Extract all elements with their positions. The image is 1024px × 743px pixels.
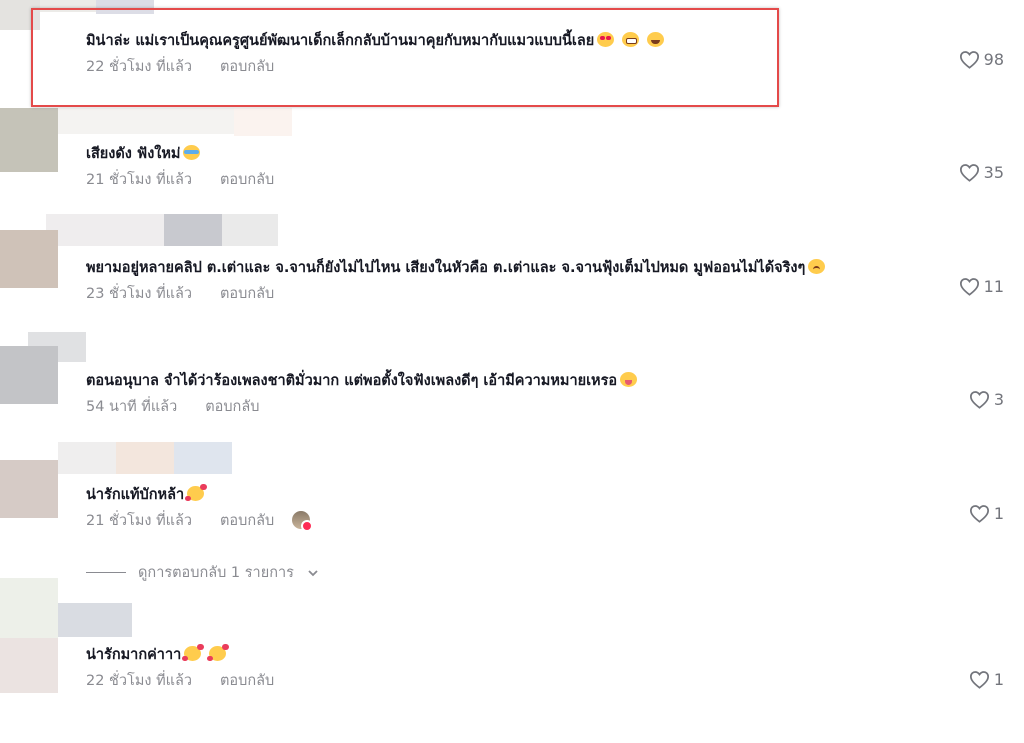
comment-time: 21 ชั่วโมง ที่แล้ว	[86, 172, 193, 188]
comment-meta: 23 ชั่วโมง ที่แล้ว ตอบกลับ	[86, 282, 274, 305]
smiling-hearts-emoji-icon	[182, 644, 205, 661]
like-count: 11	[983, 277, 1004, 296]
like-button[interactable]: 11	[959, 277, 1004, 296]
reply-button[interactable]: ตอบกลับ	[220, 286, 274, 302]
comment-time: 54 นาที ที่แล้ว	[86, 399, 178, 415]
smiling-hearts-emoji-icon	[185, 484, 208, 501]
like-button[interactable]: 35	[959, 163, 1004, 182]
comment-text: น่ารักแท้บักหล้า	[86, 483, 208, 506]
comment-item: ตอนอนุบาล จำได้ว่าร้องเพลงชาติมั่วมาก แต…	[0, 369, 1024, 469]
comment-text: มิน่าล่ะ แม่เราเป็นคุณครูศูนย์พัฒนาเด็กเ…	[86, 29, 665, 52]
comment-time: 21 ชั่วโมง ที่แล้ว	[86, 513, 193, 529]
like-count: 1	[993, 504, 1004, 523]
grinning-emoji-icon	[622, 32, 640, 47]
like-count: 35	[983, 163, 1004, 182]
like-button[interactable]: 1	[969, 670, 1004, 689]
comment-item: น่ารักมากค่าาา 22 ชั่วโมง ที่แล้ว ตอบกลับ…	[0, 643, 1024, 743]
like-count: 1	[993, 670, 1004, 689]
heart-icon	[959, 278, 979, 296]
reply-button[interactable]: ตอบกลับ	[220, 673, 274, 689]
comment-item: พยามอยู่หลายคลิป ต.เต่าและ จ.จานก็ยังไม่…	[0, 256, 1024, 356]
reply-button[interactable]: ตอบกลับ	[220, 59, 274, 75]
comment-text: น่ารักมากค่าาา	[86, 643, 230, 666]
like-count: 3	[993, 390, 1004, 409]
comment-meta: 21 ชั่วโมง ที่แล้ว ตอบกลับ	[86, 168, 274, 191]
tongue-out-emoji-icon	[620, 372, 638, 387]
heart-eyes-emoji-icon	[597, 32, 615, 47]
reply-button[interactable]: ตอบกลับ	[220, 513, 274, 529]
like-count: 98	[983, 50, 1004, 69]
comment-item: มิน่าล่ะ แม่เราเป็นคุณครูศูนย์พัฒนาเด็กเ…	[0, 29, 1024, 129]
laughing-tears-emoji-icon	[183, 145, 201, 160]
comment-time: 23 ชั่วโมง ที่แล้ว	[86, 286, 193, 302]
like-button[interactable]: 3	[969, 390, 1004, 409]
comment-item: เสียงดัง ฟังใหม่ 21 ชั่วโมง ที่แล้ว ตอบกล…	[0, 142, 1024, 242]
comment-meta: 54 นาที ที่แล้ว ตอบกลับ	[86, 395, 259, 418]
view-replies-button[interactable]: ดูการตอบกลับ 1 รายการ	[86, 561, 320, 584]
like-button[interactable]: 98	[959, 50, 1004, 69]
smiling-hearts-emoji-icon	[207, 644, 230, 661]
comment-text: เสียงดัง ฟังใหม่	[86, 142, 201, 165]
comment-text: ตอนอนุบาล จำได้ว่าร้องเพลงชาติมั่วมาก แต…	[86, 369, 638, 392]
comment-meta: 22 ชั่วโมง ที่แล้ว ตอบกลับ	[86, 669, 274, 692]
comment-meta: 21 ชั่วโมง ที่แล้ว ตอบกลับ	[86, 509, 314, 532]
chevron-down-icon	[308, 569, 318, 576]
laughing-emoji-icon	[647, 32, 665, 47]
creator-liked-avatar	[292, 511, 314, 532]
heart-icon	[959, 51, 979, 69]
view-replies-label: ดูการตอบกลับ 1 รายการ	[138, 565, 294, 581]
sad-face-emoji-icon	[808, 259, 826, 274]
comment-meta: 22 ชั่วโมง ที่แล้ว ตอบกลับ	[86, 55, 274, 78]
reply-button[interactable]: ตอบกลับ	[220, 172, 274, 188]
heart-icon	[969, 671, 989, 689]
comment-time: 22 ชั่วโมง ที่แล้ว	[86, 59, 193, 75]
divider-line	[86, 572, 126, 573]
reply-button[interactable]: ตอบกลับ	[205, 399, 259, 415]
heart-icon	[959, 164, 979, 182]
comment-text: พยามอยู่หลายคลิป ต.เต่าและ จ.จานก็ยังไม่…	[86, 256, 826, 279]
heart-icon	[969, 391, 989, 409]
like-button[interactable]: 1	[969, 504, 1004, 523]
comment-time: 22 ชั่วโมง ที่แล้ว	[86, 673, 193, 689]
heart-icon	[969, 505, 989, 523]
